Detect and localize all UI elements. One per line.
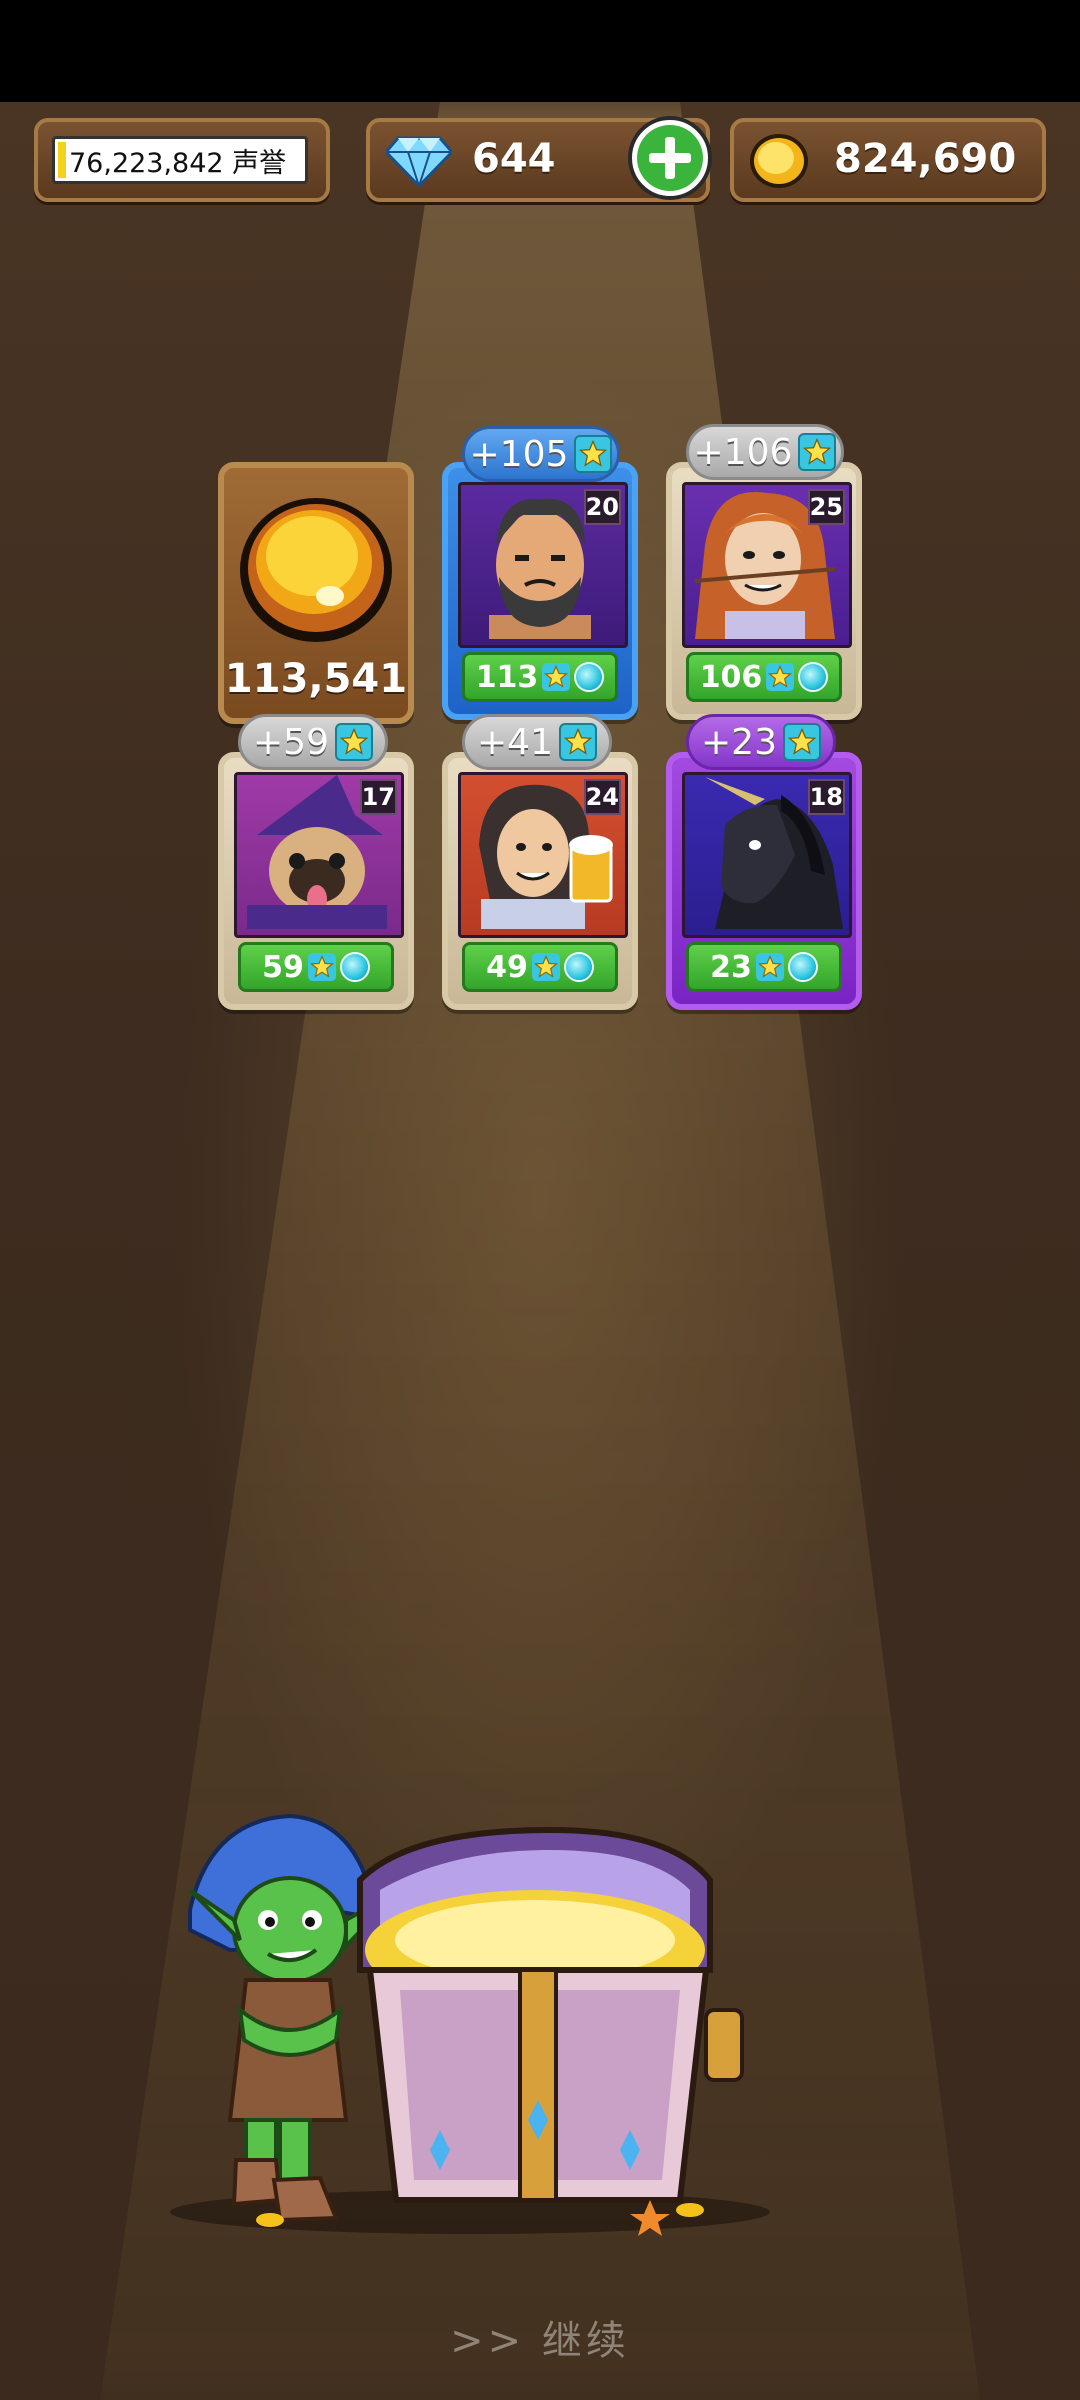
fame-box: 76,223,842 声誉	[52, 136, 308, 184]
gold-coin-icon	[750, 134, 808, 188]
goblin-treasure-illustration	[170, 1813, 770, 2236]
mana-orb-icon	[787, 952, 818, 982]
add-gems-button[interactable]	[628, 116, 712, 200]
mana-orb-icon	[563, 952, 594, 982]
hero-stat-bar: 113	[462, 652, 618, 702]
hero-portrait: 18	[682, 772, 852, 938]
mana-orb-icon	[798, 662, 829, 692]
fame-counter: 76,223,842 声誉	[34, 118, 330, 202]
gold-reward-card: 113,541	[218, 462, 414, 724]
hero-bonus-badge: +105	[462, 426, 620, 482]
hero-value: 23	[710, 949, 752, 985]
star-icon	[531, 953, 560, 981]
continue-button[interactable]: >> 继续	[0, 2308, 1080, 2366]
hero-stat-bar: 106	[686, 652, 842, 702]
hero-stat-bar: 23	[686, 942, 842, 992]
gem-count: 644	[472, 136, 556, 182]
hero-portrait: 24	[458, 772, 628, 938]
hero-bonus-value: +41	[477, 721, 553, 763]
hero-bonus-badge: +106	[686, 424, 844, 480]
hero-stat-bar: 49	[462, 942, 618, 992]
hero-value: 113	[475, 659, 539, 695]
hero-value: 59	[262, 949, 304, 985]
star-icon	[782, 723, 821, 761]
hero-portrait: 20	[458, 482, 628, 648]
gold-count: 824,690	[834, 136, 1017, 182]
hero-card[interactable]: 17 59	[218, 752, 414, 1010]
hero-card[interactable]: 24 49	[442, 752, 638, 1010]
diamond-icon	[386, 136, 452, 186]
hero-card[interactable]: 20 113	[442, 462, 638, 720]
gold-reward-amount: 113,541	[224, 656, 408, 702]
big-gold-coin-icon	[240, 498, 392, 642]
star-icon	[558, 723, 597, 761]
plus-icon	[637, 125, 703, 191]
hero-bonus-value: +106	[693, 431, 793, 473]
gem-counter: 644	[366, 116, 712, 202]
hero-level: 18	[807, 779, 845, 815]
hero-card[interactable]: 25 106	[666, 462, 862, 720]
hero-bonus-value: +105	[469, 433, 569, 475]
hero-card[interactable]: 18 23	[666, 752, 862, 1010]
hero-portrait: 17	[234, 772, 404, 938]
hero-bonus-badge: +59	[238, 714, 388, 770]
hero-bonus-badge: +41	[462, 714, 612, 770]
hero-portrait: 25	[682, 482, 852, 648]
star-icon	[542, 663, 571, 691]
star-icon	[766, 663, 795, 691]
star-icon	[307, 953, 336, 981]
star-icon	[574, 435, 613, 473]
mana-orb-icon	[574, 662, 605, 692]
hero-level: 17	[359, 779, 397, 815]
status-bar	[0, 0, 1080, 102]
star-icon	[798, 433, 837, 471]
hero-bonus-badge: +23	[686, 714, 836, 770]
fame-progress-marker	[58, 142, 66, 178]
hero-bonus-value: +59	[253, 721, 329, 763]
hero-level: 24	[583, 779, 621, 815]
fame-value: 76,223,842 声誉	[69, 147, 287, 179]
hero-bonus-value: +23	[701, 721, 777, 763]
star-icon	[755, 953, 784, 981]
hero-level: 25	[807, 489, 845, 525]
gold-counter: 824,690	[730, 118, 1046, 202]
hero-value: 49	[486, 949, 528, 985]
hero-stat-bar: 59	[238, 942, 394, 992]
hero-level: 20	[583, 489, 621, 525]
star-icon	[334, 723, 373, 761]
hero-value: 106	[699, 659, 763, 695]
mana-orb-icon	[339, 952, 370, 982]
